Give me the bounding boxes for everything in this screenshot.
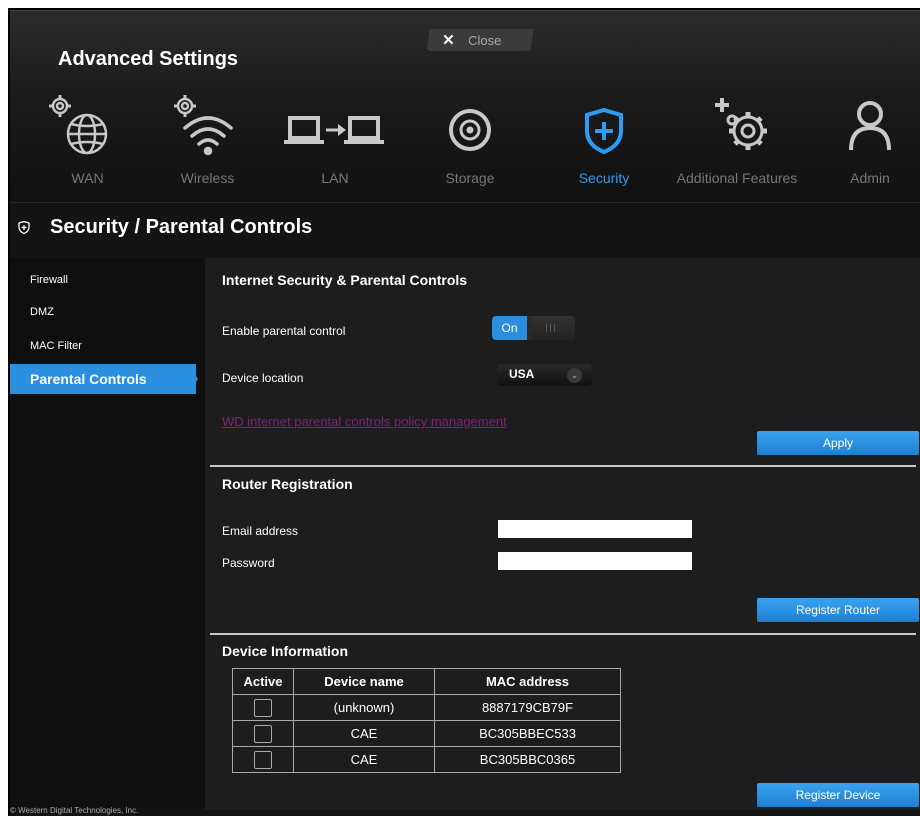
mac-address-cell: BC305BBC0365 — [434, 746, 621, 773]
nav-label-wireless[interactable]: Wireless — [160, 170, 255, 186]
column-header-active: Active — [232, 668, 294, 695]
toggle-on-label[interactable]: On — [492, 316, 527, 340]
nav-label-storage[interactable]: Storage — [428, 170, 512, 186]
nav-item-security[interactable]: Security — [562, 82, 646, 202]
wifi-gear-icon — [174, 95, 233, 156]
email-field[interactable] — [498, 520, 692, 538]
active-checkbox[interactable] — [254, 724, 272, 743]
section-title: Security / Parental Controls — [50, 216, 313, 238]
close-label[interactable]: Close — [468, 33, 501, 48]
table-row: (unknown) 8887179CB79F — [232, 694, 621, 721]
sidebar-item-firewall[interactable]: Firewall — [10, 266, 196, 286]
password-label: Password — [222, 556, 275, 570]
password-field[interactable] — [498, 552, 692, 570]
apply-button[interactable]: Apply — [757, 431, 919, 455]
device-info-heading: Device Information — [222, 643, 349, 659]
active-cell — [232, 746, 294, 773]
chevron-down-icon[interactable]: ⌄ — [567, 368, 582, 383]
active-checkbox[interactable] — [254, 698, 272, 717]
sidebar-item-parental-controls[interactable]: Parental Controls — [10, 364, 198, 394]
close-button[interactable]: ✕ Close — [426, 29, 534, 52]
active-indicator — [188, 364, 198, 394]
window-title: Advanced Settings — [58, 48, 239, 70]
column-header-device-name: Device name — [293, 668, 435, 695]
enable-parental-label: Enable parental control — [222, 324, 346, 338]
device-location-label: Device location — [222, 371, 304, 385]
nav-item-additional-features[interactable]: Additional Features — [662, 82, 812, 202]
section-divider — [210, 465, 916, 467]
active-checkbox[interactable] — [254, 750, 272, 769]
sidebar-item-label[interactable]: DMZ — [30, 306, 54, 318]
parental-controls-panel: Internet Security & Parental Controls En… — [205, 258, 920, 810]
sidebar-item-dmz[interactable]: DMZ — [10, 298, 196, 318]
email-label: Email address — [222, 524, 299, 538]
mac-address-cell: 8887179CB79F — [434, 694, 621, 721]
nav-label-wan[interactable]: WAN — [40, 170, 135, 186]
toggle-grip[interactable] — [532, 316, 575, 340]
sidebar-item-mac-filter[interactable]: MAC Filter — [10, 332, 196, 352]
nav-item-wireless[interactable]: Wireless — [160, 82, 255, 202]
sidebar-item-label[interactable]: Parental Controls — [30, 371, 147, 387]
category-nav: WAN Wireless LAN Storage Security Additi… — [10, 82, 920, 203]
mac-address-cell: BC305BBEC533 — [434, 720, 621, 747]
table-row: CAE BC305BBEC533 — [232, 720, 621, 747]
sidebar: Firewall DMZ MAC Filter Parental Control… — [10, 258, 205, 808]
advanced-settings-window: Advanced Settings ✕ Close WAN Wireless L… — [8, 8, 920, 816]
sidebar-item-label[interactable]: MAC Filter — [30, 340, 82, 352]
table-row: CAE BC305BBC0365 — [232, 746, 621, 773]
parental-heading: Internet Security & Parental Controls — [222, 272, 468, 288]
device-location-value[interactable]: USA — [509, 367, 534, 381]
section-divider — [210, 633, 916, 635]
nav-label-security[interactable]: Security — [562, 170, 646, 186]
nav-item-wan[interactable]: WAN — [40, 82, 135, 202]
gears-plus-icon — [715, 98, 767, 150]
lan-computers-icon — [284, 116, 384, 144]
sidebar-item-label[interactable]: Firewall — [30, 274, 68, 286]
nav-item-admin[interactable]: Admin — [830, 82, 910, 202]
title-bar: Advanced Settings ✕ Close — [10, 10, 920, 83]
device-name-cell: (unknown) — [293, 694, 435, 721]
device-name-cell: CAE — [293, 720, 435, 747]
user-icon — [849, 101, 891, 151]
nav-label-additional-features[interactable]: Additional Features — [662, 170, 812, 186]
nav-item-storage[interactable]: Storage — [428, 82, 512, 202]
register-device-button[interactable]: Register Device — [757, 783, 919, 807]
nav-item-lan[interactable]: LAN — [280, 82, 390, 202]
shield-icon — [18, 221, 30, 234]
close-icon[interactable]: ✕ — [442, 31, 455, 49]
register-router-button[interactable]: Register Router — [757, 598, 919, 622]
active-cell — [232, 720, 294, 747]
nav-label-lan[interactable]: LAN — [280, 170, 390, 186]
section-header: Security / Parental Controls — [10, 204, 920, 250]
policy-management-link[interactable]: WD internet parental controls policy man… — [222, 414, 507, 429]
shield-plus-icon — [585, 107, 623, 155]
table-header-row: Active Device name MAC address — [232, 668, 621, 695]
device-table: Active Device name MAC address (unknown)… — [232, 668, 621, 773]
device-name-cell: CAE — [293, 746, 435, 773]
globe-gear-icon — [49, 95, 108, 155]
active-cell — [232, 694, 294, 721]
column-header-mac-address: MAC address — [434, 668, 621, 695]
device-location-select[interactable]: USA ⌄ — [497, 364, 592, 386]
disk-icon — [449, 109, 491, 151]
nav-label-admin[interactable]: Admin — [830, 170, 910, 186]
parental-control-toggle[interactable]: On — [492, 316, 575, 340]
registration-heading: Router Registration — [222, 476, 353, 492]
